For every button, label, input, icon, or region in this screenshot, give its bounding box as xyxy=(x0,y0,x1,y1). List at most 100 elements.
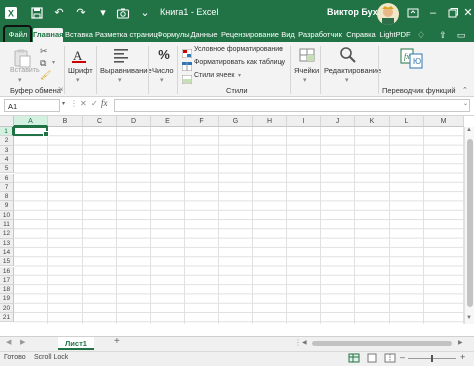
format-painter-icon[interactable]: 🖌 xyxy=(40,70,52,80)
horizontal-scroll-thumb[interactable] xyxy=(312,341,452,346)
font-button[interactable]: Шрифт xyxy=(68,66,93,75)
redo-dropdown-icon[interactable]: ▾ xyxy=(96,6,110,20)
column-header[interactable]: G xyxy=(219,116,253,127)
tab-insert[interactable]: Вставка xyxy=(64,28,94,42)
tab-data[interactable]: Данные xyxy=(189,28,219,42)
formula-bar-resize-icon[interactable]: ⋮ xyxy=(70,99,78,108)
row-header[interactable]: 15 xyxy=(0,257,14,267)
scroll-left-icon[interactable]: ◀ xyxy=(302,337,307,350)
row-header[interactable]: 4 xyxy=(0,154,14,165)
tab-developer[interactable]: Разработчик xyxy=(297,28,343,42)
cell-styles-dropdown-icon[interactable]: ▾ xyxy=(238,72,241,79)
search-icon[interactable] xyxy=(338,45,358,65)
tab-home[interactable]: Главная xyxy=(33,28,64,42)
font-icon[interactable]: A xyxy=(70,46,88,64)
zoom-out-icon[interactable]: – xyxy=(400,352,405,362)
select-all-corner[interactable] xyxy=(0,116,14,127)
column-header[interactable]: I xyxy=(287,116,321,127)
enter-icon[interactable]: ✓ xyxy=(91,99,98,108)
share-icon[interactable]: ⇪ xyxy=(436,28,450,42)
cells-button[interactable]: Ячейки xyxy=(294,66,319,75)
scroll-down-icon[interactable]: ▼ xyxy=(466,315,472,321)
zoom-slider-thumb[interactable] xyxy=(431,355,433,362)
row-header[interactable]: 19 xyxy=(0,294,14,304)
close-icon[interactable]: ✕ xyxy=(462,6,474,20)
row-header[interactable]: 6 xyxy=(0,173,14,183)
camera-icon[interactable] xyxy=(116,6,130,20)
minimize-icon[interactable]: – xyxy=(426,6,440,20)
clipboard-launcher-icon[interactable]: ⇲ xyxy=(58,86,63,93)
row-header[interactable]: 1 xyxy=(0,127,14,137)
formula-input[interactable] xyxy=(114,99,470,112)
row-header[interactable]: 14 xyxy=(0,247,14,258)
paste-icon[interactable] xyxy=(12,48,32,68)
column-header[interactable]: F xyxy=(185,116,219,127)
format-as-table-dropdown-icon[interactable]: ▾ xyxy=(280,59,283,66)
column-header[interactable]: C xyxy=(83,116,117,127)
spreadsheet-grid[interactable]: ABCDEFGHIJKLM 1 2 3 4 5 6 7 8 9 10 11 12 13 14 15 16 17 1… xyxy=(0,116,474,324)
zoom-in-icon[interactable]: + xyxy=(460,352,465,362)
sheet-next-icon[interactable]: ▶ xyxy=(20,338,25,346)
ribbon-display-icon[interactable] xyxy=(406,6,420,20)
comment-icon[interactable]: ▭ xyxy=(454,28,468,42)
lightbulb-icon[interactable]: ♢ xyxy=(414,28,428,42)
tab-formulas[interactable]: Формулы xyxy=(157,28,190,42)
editing-dropdown-icon[interactable]: ▾ xyxy=(345,76,349,84)
fill-handle[interactable] xyxy=(43,131,49,138)
row-header[interactable]: 2 xyxy=(0,136,14,146)
column-header[interactable]: L xyxy=(390,116,424,127)
number-dropdown-icon[interactable]: ▾ xyxy=(160,76,164,84)
row-header[interactable]: 18 xyxy=(0,285,14,295)
add-sheet-button[interactable]: + xyxy=(114,336,120,347)
undo-icon[interactable]: ↶ xyxy=(52,6,66,20)
row-header[interactable]: 9 xyxy=(0,201,14,211)
row-header[interactable]: 8 xyxy=(0,192,14,202)
name-box[interactable]: A1 xyxy=(4,99,60,112)
conditional-formatting-dropdown-icon[interactable]: ▾ xyxy=(280,46,283,53)
row-header[interactable]: 5 xyxy=(0,164,14,174)
vertical-scroll-thumb[interactable] xyxy=(467,139,473,307)
number-format-icon[interactable]: % xyxy=(155,46,173,64)
cells-dropdown-icon[interactable]: ▾ xyxy=(303,76,307,84)
paste-dropdown-icon[interactable]: ▾ xyxy=(18,76,22,84)
font-dropdown-icon[interactable]: ▾ xyxy=(76,76,80,84)
tab-page-layout[interactable]: Разметка страниц xyxy=(95,28,158,42)
row-header[interactable]: 12 xyxy=(0,229,14,239)
row-header[interactable]: 16 xyxy=(0,266,14,276)
cut-icon[interactable]: ✂ xyxy=(40,46,52,56)
name-box-dropdown-icon[interactable]: ▾ xyxy=(62,100,65,107)
editing-button[interactable]: Редактирование xyxy=(324,66,381,75)
row-header[interactable]: 11 xyxy=(0,220,14,230)
sheet-tab-list1[interactable]: Лист1 xyxy=(58,337,94,350)
vertical-scrollbar[interactable]: ▲ ▼ xyxy=(464,127,474,324)
paste-button[interactable]: Вставить xyxy=(10,67,40,74)
redo-icon[interactable]: ↷ xyxy=(74,6,88,20)
row-header[interactable]: 21 xyxy=(0,313,14,323)
page-break-view-icon[interactable] xyxy=(384,353,396,363)
sheet-prev-icon[interactable]: ◀ xyxy=(6,338,11,346)
tab-help[interactable]: Справка xyxy=(344,28,378,42)
column-header[interactable]: H xyxy=(253,116,287,127)
tab-lightpdf[interactable]: LightPDF xyxy=(379,28,411,42)
row-header[interactable]: 13 xyxy=(0,238,14,248)
cell-styles-button[interactable]: Стили ячеек xyxy=(194,72,234,79)
page-layout-view-icon[interactable] xyxy=(366,353,378,363)
scroll-right-icon[interactable]: ▶ xyxy=(458,337,463,350)
function-translator-icon[interactable]: fx Ю xyxy=(400,46,424,70)
column-header[interactable]: D xyxy=(117,116,151,127)
cells-icon[interactable] xyxy=(298,46,316,64)
cancel-icon[interactable]: ✕ xyxy=(80,99,87,108)
normal-view-icon[interactable] xyxy=(348,353,360,363)
avatar[interactable] xyxy=(377,3,399,25)
tab-review[interactable]: Рецензирование xyxy=(220,28,280,42)
column-header[interactable]: B xyxy=(48,116,83,127)
restore-icon[interactable] xyxy=(446,6,460,20)
scroll-up-icon[interactable]: ▲ xyxy=(466,127,472,133)
row-header[interactable]: 10 xyxy=(0,210,14,220)
row-header[interactable]: 7 xyxy=(0,182,14,193)
tab-split-icon[interactable]: ⋮ xyxy=(294,338,302,347)
alignment-dropdown-icon[interactable]: ▾ xyxy=(118,76,122,84)
alignment-button[interactable]: Выравнивание xyxy=(100,66,152,75)
row-header[interactable]: 3 xyxy=(0,145,14,155)
column-header[interactable]: J xyxy=(321,116,355,127)
